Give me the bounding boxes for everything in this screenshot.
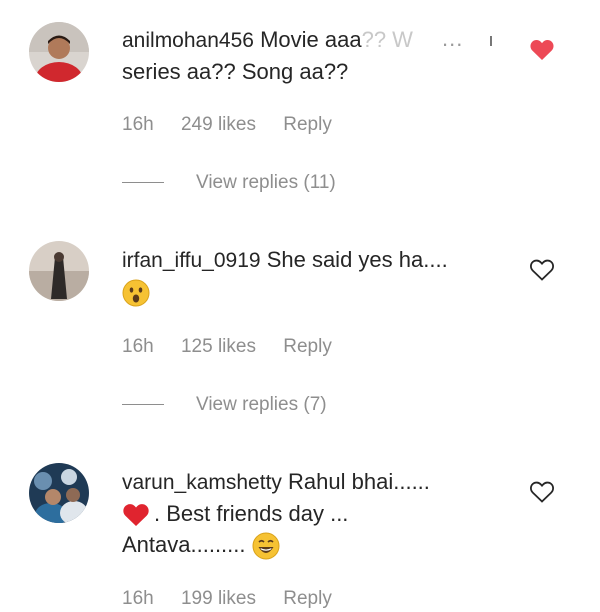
heart-filled-icon[interactable]	[529, 38, 555, 62]
laughing-emoji-icon	[252, 532, 280, 560]
replies-divider	[122, 182, 164, 184]
more-options-icon[interactable]: ... ı	[442, 26, 494, 52]
comment-text-faded: ?? W	[361, 27, 413, 52]
comment-likes[interactable]: 125 likes	[181, 336, 256, 357]
view-replies-button[interactable]: View replies (11)	[122, 172, 336, 194]
avatar[interactable]	[29, 463, 89, 523]
comment-text: Movie aaa	[260, 27, 362, 52]
comment-text: Rahul bhai......	[288, 469, 430, 494]
comment-username[interactable]: irfan_iffu_0919	[122, 249, 261, 272]
heart-outline-icon[interactable]	[529, 258, 555, 282]
replies-divider	[122, 404, 164, 406]
view-replies-button[interactable]: View replies (7)	[122, 394, 327, 416]
comment-username[interactable]: varun_kamshetty	[122, 471, 282, 494]
comment-username[interactable]: anilmohan456	[122, 29, 254, 52]
comment-time: 16h	[122, 336, 154, 357]
cursor-mark: ı	[488, 30, 495, 50]
red-heart-emoji-icon	[122, 503, 150, 527]
comment-text-line3: Antava.........	[122, 532, 246, 557]
view-replies-label: View replies (11)	[196, 172, 336, 193]
reply-button[interactable]: Reply	[283, 336, 332, 357]
comment-time: 16h	[122, 114, 154, 135]
avatar[interactable]	[29, 241, 89, 301]
surprised-emoji-icon	[122, 279, 150, 307]
comment-text: She said yes ha....	[266, 247, 448, 272]
comment-text-line2: . Best friends day ...	[154, 501, 349, 526]
comment-meta: 16h 199 likes Reply	[122, 588, 354, 610]
view-replies-label: View replies (7)	[196, 394, 327, 415]
reply-button[interactable]: Reply	[283, 588, 332, 609]
comment-time: 16h	[122, 588, 154, 609]
comment-likes[interactable]: 199 likes	[181, 588, 256, 609]
reply-button[interactable]: Reply	[283, 114, 332, 135]
comment-likes[interactable]: 249 likes	[181, 114, 256, 135]
comment-meta: 16h 249 likes Reply	[122, 114, 354, 136]
avatar[interactable]	[29, 22, 89, 82]
heart-outline-icon[interactable]	[529, 480, 555, 504]
comment-meta: 16h 125 likes Reply	[122, 336, 354, 358]
comment-text-line2: series aa?? Song aa??	[122, 59, 349, 84]
